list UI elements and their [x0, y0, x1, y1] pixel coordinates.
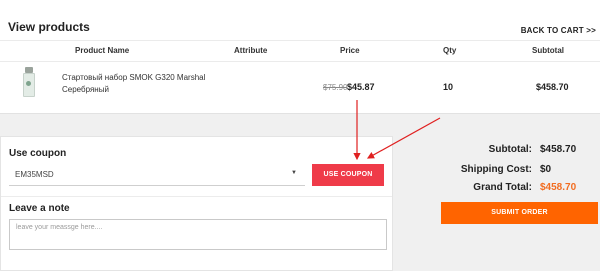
shipping-label: Shipping Cost:	[460, 164, 532, 175]
table-row: Стартовый набор SMOK G320 Marshal Серебр…	[0, 61, 600, 111]
product-name[interactable]: Стартовый набор SMOK G320 Marshal Серебр…	[62, 72, 232, 96]
column-qty: Qty	[443, 46, 457, 55]
subtotal-label: Subtotal:	[488, 144, 532, 155]
grand-total-value: $458.70	[540, 182, 577, 193]
divider	[1, 196, 392, 197]
column-price: Price	[340, 46, 360, 55]
shipping-value: $0	[540, 164, 552, 175]
submit-order-button[interactable]: SUBMIT ORDER	[441, 202, 598, 224]
coupon-selected-value: EM35MSD	[15, 170, 54, 179]
leave-note-title: Leave a note	[9, 203, 70, 214]
use-coupon-title: Use coupon	[9, 148, 67, 159]
column-subtotal: Subtotal	[532, 46, 564, 55]
product-image[interactable]	[23, 67, 35, 101]
subtotal-value: $458.70	[540, 144, 577, 155]
view-products-panel: View products BACK TO CART >> Product Na…	[0, 0, 600, 114]
quantity: 10	[443, 82, 454, 92]
grand-total-label: Grand Total:	[473, 182, 532, 193]
column-attribute: Attribute	[234, 46, 268, 55]
original-price: $75.90	[323, 83, 348, 92]
note-textarea[interactable]	[9, 219, 387, 250]
use-coupon-button[interactable]: USE COUPON	[312, 164, 384, 186]
view-products-title: View products	[8, 20, 90, 34]
back-to-cart-link[interactable]: BACK TO CART >>	[521, 26, 596, 35]
sale-price: $45.87	[347, 82, 375, 92]
row-subtotal: $458.70	[536, 82, 569, 92]
coupon-note-panel: Use coupon EM35MSD ▼ USE COUPON Leave a …	[0, 136, 393, 271]
column-product-name: Product Name	[75, 46, 130, 55]
dropdown-caret-icon: ▼	[291, 170, 297, 176]
coupon-select[interactable]: EM35MSD ▼	[9, 164, 305, 186]
products-table-header: Product Name Attribute Price Qty Subtota…	[0, 40, 600, 62]
